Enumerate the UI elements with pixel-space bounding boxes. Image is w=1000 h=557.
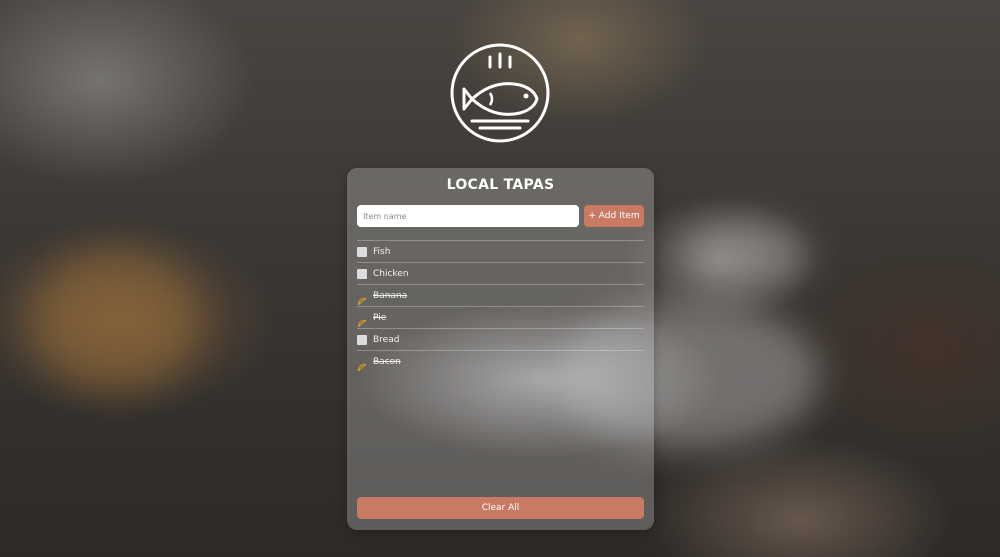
item-list: Fish Chicken Banana Pie Bread Bacon (357, 240, 644, 372)
item-checkbox[interactable] (357, 246, 367, 257)
item-label: Chicken (373, 268, 409, 279)
background-blur (30, 250, 200, 390)
item-label: Fish (373, 246, 391, 257)
list-item[interactable]: Bacon (357, 350, 644, 372)
item-label: Bread (373, 334, 400, 345)
clear-all-button[interactable]: Clear All (357, 497, 644, 519)
list-item[interactable]: Bread (357, 328, 644, 350)
item-label: Pie (373, 312, 387, 323)
item-label: Bacon (373, 356, 401, 367)
item-name-input[interactable] (357, 205, 579, 227)
taco-icon[interactable] (357, 357, 367, 371)
item-checkbox[interactable] (357, 334, 367, 345)
item-checkbox[interactable] (357, 268, 367, 279)
list-item[interactable]: Pie (357, 306, 644, 328)
item-label: Banana (373, 290, 408, 301)
fish-plate-icon (450, 43, 550, 143)
card-title: LOCAL TAPAS (446, 177, 555, 193)
list-item[interactable]: Banana (357, 284, 644, 306)
list-item[interactable]: Fish (357, 240, 644, 262)
background-blur (680, 220, 810, 290)
shopping-list-card: LOCAL TAPAS + Add Item Fish Chicken Banana… (347, 168, 654, 530)
taco-icon[interactable] (357, 291, 367, 305)
add-item-button[interactable]: + Add Item (584, 205, 644, 227)
taco-icon[interactable] (357, 313, 367, 327)
list-item[interactable]: Chicken (357, 262, 644, 284)
